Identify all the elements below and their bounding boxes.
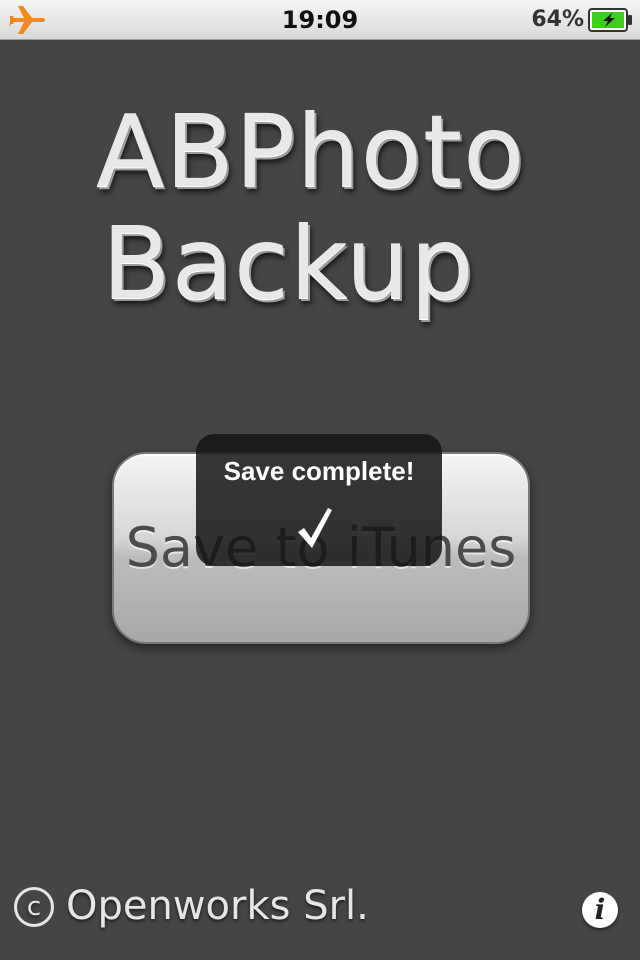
status-bar: 19:09 64% <box>0 0 640 40</box>
app-title-line2: Backup <box>102 205 475 322</box>
copyright: c Openworks Srl. <box>14 880 369 932</box>
app-title-line1: ABPhoto <box>96 93 526 210</box>
battery-charging-icon <box>588 8 632 32</box>
copyright-text: Openworks Srl. <box>66 883 369 929</box>
battery-percent: 64% <box>531 7 584 32</box>
save-complete-hud: Save complete! <box>196 434 442 566</box>
app-title: ABPhoto Backup <box>96 96 616 320</box>
hud-message: Save complete! <box>223 456 415 486</box>
copyright-icon: c <box>14 887 54 927</box>
info-button[interactable]: i <box>582 892 618 928</box>
checkmark-icon <box>298 508 332 548</box>
